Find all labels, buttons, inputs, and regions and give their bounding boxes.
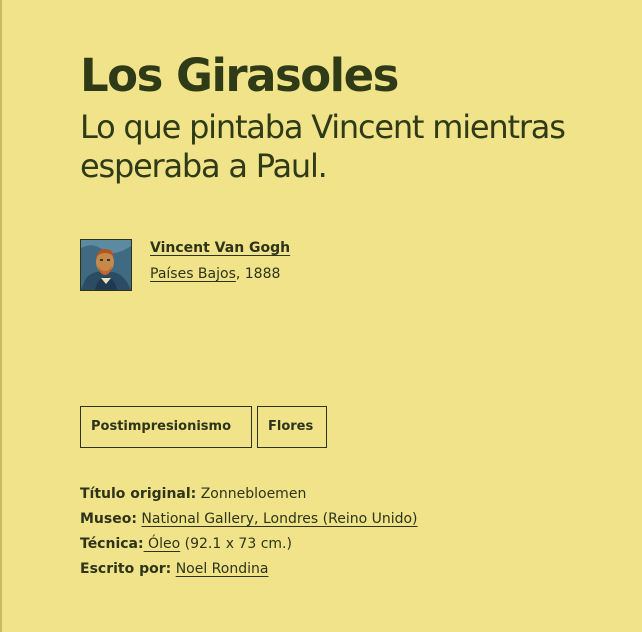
dimensions-text: (92.1 x 73 cm.) bbox=[180, 536, 292, 552]
museum-label: Museo: bbox=[80, 511, 137, 527]
museum-link[interactable]: National Gallery, Londres (Reino Unido) bbox=[141, 511, 417, 527]
original-title-label: Título original: bbox=[80, 486, 197, 502]
tag-flores[interactable]: Flores bbox=[257, 406, 327, 448]
page-title: Los Girasoles bbox=[80, 49, 399, 102]
museum-row: Museo: National Gallery, Londres (Reino … bbox=[80, 507, 418, 532]
original-title-value: Zonnebloemen bbox=[196, 486, 307, 502]
page-edge bbox=[0, 0, 2, 632]
author-meta: Países Bajos, 1888 bbox=[150, 266, 280, 282]
technique-label: Técnica: bbox=[80, 536, 144, 552]
avatar[interactable] bbox=[80, 239, 132, 291]
writer-row: Escrito por: Noel Rondina bbox=[80, 557, 418, 582]
technique-row: Técnica: Óleo (92.1 x 73 cm.) bbox=[80, 532, 418, 557]
writer-label: Escrito por: bbox=[80, 561, 172, 577]
writer-link[interactable]: Noel Rondina bbox=[176, 561, 269, 577]
original-title-row: Título original: Zonnebloemen bbox=[80, 482, 418, 507]
year-text: , 1888 bbox=[235, 266, 281, 282]
technique-link[interactable]: Óleo bbox=[144, 536, 180, 552]
page-subtitle: Lo que pintaba Vincent mientras esperaba… bbox=[80, 108, 566, 185]
country-link[interactable]: Países Bajos bbox=[150, 266, 236, 282]
artwork-details: Título original: Zonnebloemen Museo: Nat… bbox=[80, 482, 418, 582]
self-portrait-thumbnail-icon bbox=[81, 240, 131, 290]
tag-postimpresionismo[interactable]: Postimpresionismo bbox=[80, 406, 252, 448]
author-name-link[interactable]: Vincent Van Gogh bbox=[150, 240, 290, 256]
